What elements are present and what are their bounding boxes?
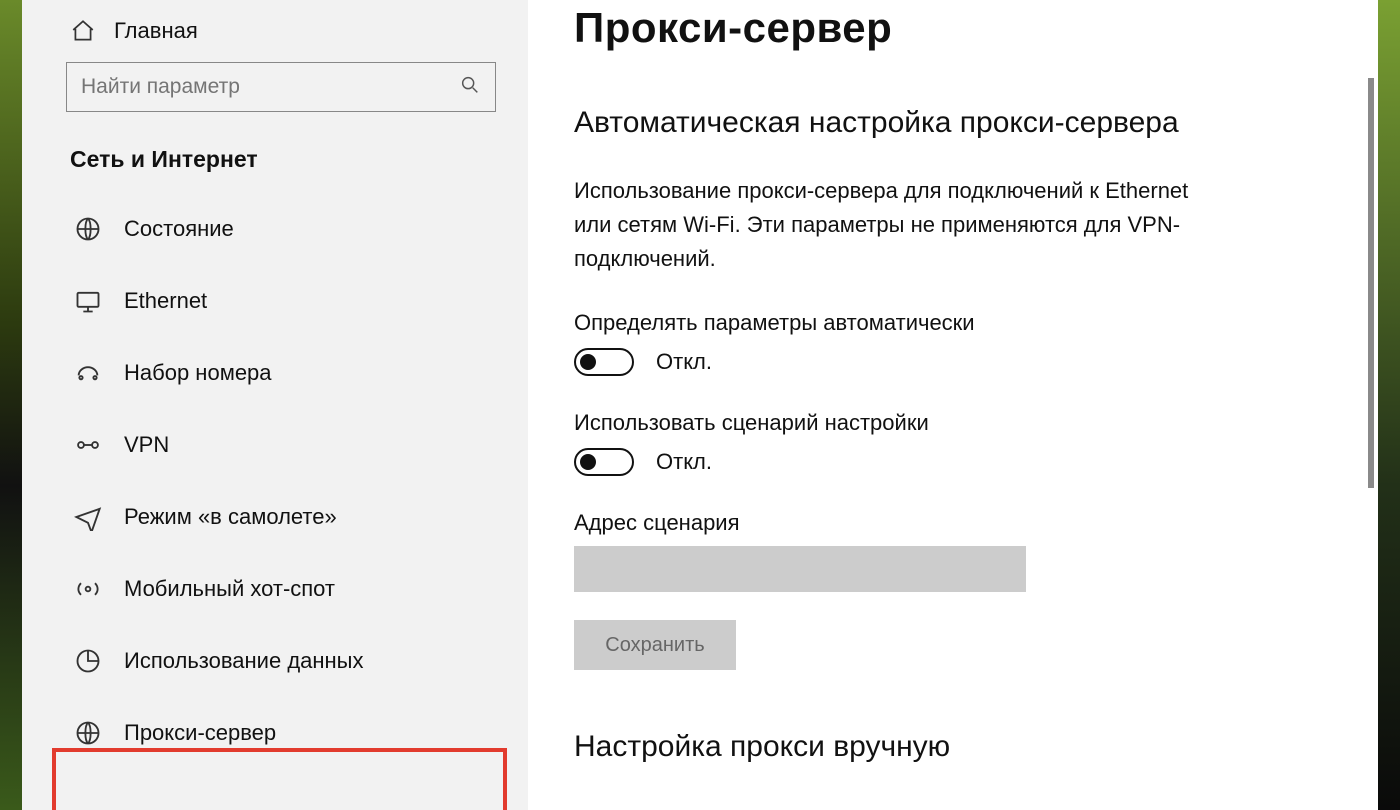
use-script-toggle-state: Откл. — [656, 449, 712, 475]
detect-toggle-row: Откл. — [574, 348, 1338, 376]
section-title-manual: Настройка прокси вручную — [574, 730, 1338, 764]
sidebar-item-label: Прокси-сервер — [124, 720, 276, 746]
search-icon — [459, 74, 481, 101]
sidebar-item-ethernet[interactable]: Ethernet — [22, 265, 528, 337]
sidebar-item-label: Использование данных — [124, 648, 364, 674]
toggle-knob — [580, 454, 596, 470]
globe-icon — [74, 719, 102, 747]
use-script-toggle-row: Откл. — [574, 448, 1338, 476]
globe-grid-icon — [74, 215, 102, 243]
scrollbar[interactable] — [1368, 78, 1374, 718]
detect-label: Определять параметры автоматически — [574, 310, 1338, 336]
sidebar-item-label: Режим «в самолете» — [124, 504, 337, 530]
sidebar-item-vpn[interactable]: VPN — [22, 409, 528, 481]
script-address-input[interactable] — [574, 546, 1026, 592]
home-icon — [70, 18, 96, 44]
sidebar-item-hotspot[interactable]: Мобильный хот-спот — [22, 553, 528, 625]
settings-window: Главная Сеть и Интернет Состояние — [0, 0, 1400, 810]
sidebar-item-status[interactable]: Состояние — [22, 193, 528, 265]
sidebar-item-label: Ethernet — [124, 288, 207, 314]
sidebar-item-label: VPN — [124, 432, 169, 458]
search-container — [22, 62, 528, 136]
monitor-icon — [74, 287, 102, 315]
use-script-toggle[interactable] — [574, 448, 634, 476]
save-button[interactable]: Сохранить — [574, 620, 736, 670]
hotspot-icon — [74, 575, 102, 603]
sidebar-item-label: Состояние — [124, 216, 234, 242]
search-input[interactable] — [81, 75, 459, 99]
detect-toggle[interactable] — [574, 348, 634, 376]
sidebar-item-label: Мобильный хот-спот — [124, 576, 335, 602]
toggle-knob — [580, 354, 596, 370]
scrollbar-thumb[interactable] — [1368, 78, 1374, 488]
phone-dialup-icon — [74, 359, 102, 387]
wallpaper-strip-left — [0, 0, 22, 810]
use-script-label: Использовать сценарий настройки — [574, 410, 1338, 436]
sidebar-category: Сеть и Интернет — [22, 136, 528, 193]
script-address-label: Адрес сценария — [574, 510, 1338, 536]
vpn-icon — [74, 431, 102, 459]
section-description: Использование прокси-сервера для подключ… — [574, 174, 1214, 276]
sidebar-item-label: Набор номера — [124, 360, 272, 386]
wallpaper-strip-right — [1378, 0, 1400, 810]
sidebar: Главная Сеть и Интернет Состояние — [22, 0, 528, 810]
main-pane: Прокси-сервер Автоматическая настройка п… — [528, 0, 1378, 810]
airplane-icon — [74, 503, 102, 531]
search-box[interactable] — [66, 62, 496, 112]
sidebar-nav: Состояние Ethernet Набор номера VPN — [22, 193, 528, 769]
section-title-auto: Автоматическая настройка прокси-сервера — [574, 106, 1338, 140]
sidebar-item-proxy[interactable]: Прокси-сервер — [22, 697, 528, 769]
sidebar-home-label: Главная — [114, 18, 198, 44]
detect-toggle-state: Откл. — [656, 349, 712, 375]
page-title: Прокси-сервер — [574, 0, 1338, 52]
sidebar-item-airplane[interactable]: Режим «в самолете» — [22, 481, 528, 553]
sidebar-home[interactable]: Главная — [22, 12, 528, 62]
data-usage-icon — [74, 647, 102, 675]
sidebar-item-dialup[interactable]: Набор номера — [22, 337, 528, 409]
sidebar-item-datausage[interactable]: Использование данных — [22, 625, 528, 697]
